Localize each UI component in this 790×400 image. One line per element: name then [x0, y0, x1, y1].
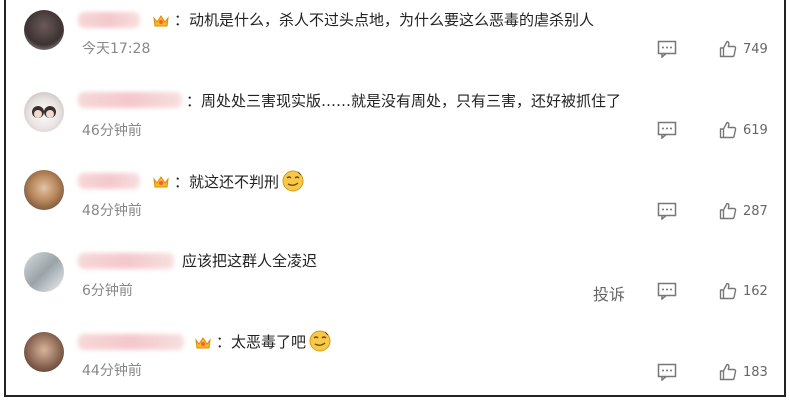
comment-item: ： 周处处三害现实版……就是没有周处，只有三害，还好被抓住了 46分钟前 619 [6, 80, 784, 160]
like-button[interactable]: 162 [719, 282, 768, 300]
comment-text: ： 周处处三害现实版……就是没有周处，只有三害，还好被抓住了 [186, 90, 621, 111]
comment-text: ： 动机是什么，杀人不过头点地，为什么要这么恶毒的虐杀别人 [174, 9, 594, 30]
like-count: 162 [743, 283, 768, 299]
like-count: 749 [743, 41, 768, 57]
like-count: 619 [743, 122, 768, 138]
comment-list: ： 动机是什么，杀人不过头点地，为什么要这么恶毒的虐杀别人 今天17:28 74… [4, 0, 786, 397]
username[interactable] [78, 173, 140, 189]
comment-reply-icon[interactable] [657, 202, 677, 220]
comment-body: 太恶毒了吧 [231, 332, 307, 351]
crown-badge-icon [153, 176, 169, 188]
username[interactable] [78, 253, 174, 269]
colon: ： [186, 92, 202, 110]
timestamp: 46分钟前 [82, 123, 142, 139]
comment-reply-icon[interactable] [657, 40, 677, 58]
avatar[interactable] [24, 10, 64, 50]
like-button[interactable]: 619 [719, 121, 768, 139]
comment-body: 动机是什么，杀人不过头点地，为什么要这么恶毒的虐杀别人 [189, 11, 595, 29]
crown-badge-icon [195, 337, 211, 349]
username[interactable] [78, 92, 182, 108]
thumbs-up-icon [719, 363, 737, 381]
thumbs-up-icon [719, 282, 737, 300]
comment-item: ： 太恶毒了吧 44分钟前 183 [6, 320, 784, 400]
comment-body: 周处处三害现实版……就是没有周处，只有三害，还好被抓住了 [201, 92, 622, 110]
timestamp: 今天17:28 [82, 41, 151, 57]
username[interactable] [78, 334, 184, 350]
smirk-emoji-icon [282, 170, 304, 192]
timestamp: 6分钟前 [82, 283, 133, 299]
comment-reply-icon[interactable] [657, 363, 677, 381]
colon: ： [174, 172, 190, 191]
comment-text: 应该把这群人全凌迟 [182, 250, 317, 271]
colon: ： [174, 11, 190, 29]
like-button[interactable]: 183 [719, 363, 768, 381]
like-button[interactable]: 287 [719, 202, 768, 220]
avatar[interactable] [24, 332, 64, 372]
username[interactable] [78, 12, 140, 28]
comment-body: 就这还不判刑 [189, 172, 280, 191]
thumbs-up-icon [719, 121, 737, 139]
timestamp: 44分钟前 [82, 363, 142, 379]
thumbs-up-icon [719, 202, 737, 220]
like-button[interactable]: 749 [719, 40, 768, 58]
crown-badge-icon [153, 15, 169, 27]
like-count: 287 [743, 203, 768, 219]
avatar[interactable] [24, 92, 64, 132]
comment-reply-icon[interactable] [657, 282, 677, 300]
timestamp: 48分钟前 [82, 203, 142, 219]
smirk-emoji-icon [309, 330, 331, 352]
comment-reply-icon[interactable] [657, 121, 677, 139]
report-button[interactable]: 投诉 [593, 281, 625, 305]
comment-text: ： 太恶毒了吧 [216, 330, 331, 352]
comment-item: ： 就这还不判刑 48分钟前 287 [6, 160, 784, 240]
thumbs-up-icon [719, 40, 737, 58]
comment-text: ： 就这还不判刑 [174, 170, 304, 192]
avatar[interactable] [24, 252, 64, 292]
comment-item: ： 动机是什么，杀人不过头点地，为什么要这么恶毒的虐杀别人 今天17:28 74… [6, 0, 784, 80]
colon: ： [216, 332, 232, 351]
like-count: 183 [743, 364, 768, 380]
avatar[interactable] [24, 170, 64, 210]
comment-item: 应该把这群人全凌迟 6分钟前 投诉 162 [6, 240, 784, 320]
comment-body: 应该把这群人全凌迟 [182, 252, 318, 270]
